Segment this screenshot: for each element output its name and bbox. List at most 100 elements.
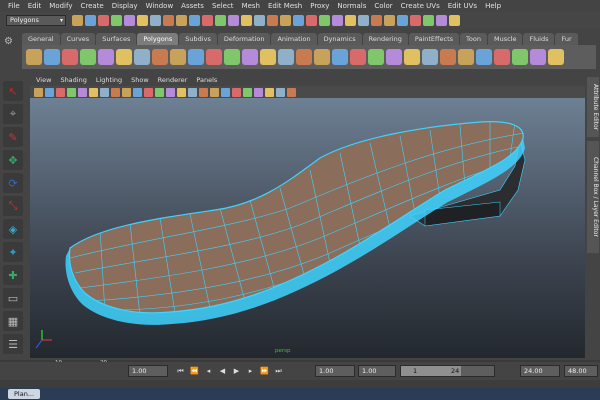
panel-tool-icon[interactable] <box>287 87 296 97</box>
shelf-tool-icon[interactable] <box>404 49 420 65</box>
layout-four-icon[interactable]: ▦ <box>3 311 23 331</box>
step-back-key-icon[interactable]: ⏪ <box>190 366 199 376</box>
shelf-tool-icon[interactable] <box>314 49 330 65</box>
status-line-tool-icon[interactable] <box>319 14 330 26</box>
menu-item[interactable]: Modify <box>49 0 72 12</box>
go-to-end-icon[interactable]: ⏭ <box>274 366 283 376</box>
soft-mod-icon[interactable]: ✦ <box>3 242 23 262</box>
play-backwards-icon[interactable]: ◀ <box>218 366 227 376</box>
panel-menu-item[interactable]: View <box>36 76 51 84</box>
shelf-tool-icon[interactable] <box>224 49 240 65</box>
panel-tool-icon[interactable] <box>155 87 164 97</box>
panel-tool-icon[interactable] <box>199 87 208 97</box>
status-line-tool-icon[interactable] <box>189 14 200 26</box>
status-line-tool-icon[interactable] <box>293 14 304 26</box>
tab-fur[interactable]: Fur <box>555 33 578 45</box>
panel-tool-icon[interactable] <box>67 87 76 97</box>
status-line-tool-icon[interactable] <box>410 14 421 26</box>
paint-select-icon[interactable]: ✎ <box>3 127 23 147</box>
panel-tool-icon[interactable] <box>78 87 87 97</box>
shelf-tool-icon[interactable] <box>188 49 204 65</box>
panel-menu-item[interactable]: Renderer <box>158 76 188 84</box>
panel-tool-icon[interactable] <box>56 87 65 97</box>
status-line-tool-icon[interactable] <box>436 14 447 26</box>
shelf-tool-icon[interactable] <box>134 49 150 65</box>
shelf-tool-icon[interactable] <box>440 49 456 65</box>
status-line-tool-icon[interactable] <box>449 14 460 26</box>
panel-tool-icon[interactable] <box>89 87 98 97</box>
panel-tool-icon[interactable] <box>210 87 219 97</box>
panel-tool-icon[interactable] <box>144 87 153 97</box>
range-start-field[interactable]: 1.00 <box>315 365 355 377</box>
shelf-tool-icon[interactable] <box>350 49 366 65</box>
panel-tool-icon[interactable] <box>177 87 186 97</box>
shelf-tool-icon[interactable] <box>548 49 564 65</box>
scale-tool-icon[interactable]: ⤡ <box>3 196 23 216</box>
go-to-start-icon[interactable]: ⏮ <box>176 366 185 376</box>
status-line-tool-icon[interactable] <box>137 14 148 26</box>
shelf-tool-icon[interactable] <box>296 49 312 65</box>
tab-deformation[interactable]: Deformation <box>217 33 271 45</box>
outliner-icon[interactable]: ☰ <box>3 334 23 354</box>
menu-item[interactable]: File <box>8 0 20 12</box>
panel-tool-icon[interactable] <box>34 87 43 97</box>
shelf-tool-icon[interactable] <box>494 49 510 65</box>
panel-tool-icon[interactable] <box>188 87 197 97</box>
menu-item[interactable]: Edit UVs <box>448 0 477 12</box>
status-line-tool-icon[interactable] <box>371 14 382 26</box>
tab-subdivs[interactable]: Subdivs <box>179 33 217 45</box>
rotate-tool-icon[interactable]: ⟳ <box>3 173 23 193</box>
menu-item[interactable]: Proxy <box>310 0 329 12</box>
panel-tool-icon[interactable] <box>166 87 175 97</box>
panel-menu-item[interactable]: Shading <box>60 76 86 84</box>
tab-channel-box[interactable]: Channel Box / Layer Editor <box>587 141 599 253</box>
command-line[interactable] <box>0 380 600 388</box>
shelf-tool-icon[interactable] <box>260 49 276 65</box>
panel-tool-icon[interactable] <box>276 87 285 97</box>
status-line-tool-icon[interactable] <box>241 14 252 26</box>
shelf-tool-icon[interactable] <box>80 49 96 65</box>
panel-tool-icon[interactable] <box>254 87 263 97</box>
status-line-tool-icon[interactable] <box>124 14 135 26</box>
tab-painteffects[interactable]: PaintEffects <box>408 33 460 45</box>
status-line-tool-icon[interactable] <box>280 14 291 26</box>
shelf-tool-icon[interactable] <box>44 49 60 65</box>
tab-muscle[interactable]: Muscle <box>487 33 523 45</box>
panel-tool-icon[interactable] <box>133 87 142 97</box>
anim-start-field[interactable]: 1.00 <box>358 365 396 377</box>
status-line-tool-icon[interactable] <box>85 14 96 26</box>
menu-item[interactable]: Display <box>112 0 138 12</box>
status-line-tool-icon[interactable] <box>358 14 369 26</box>
panel-tool-icon[interactable] <box>221 87 230 97</box>
status-line-tool-icon[interactable] <box>306 14 317 26</box>
shelf-tool-icon[interactable] <box>278 49 294 65</box>
tab-surfaces[interactable]: Surfaces <box>96 33 137 45</box>
layout-single-icon[interactable]: ▭ <box>3 288 23 308</box>
status-line-tool-icon[interactable] <box>215 14 226 26</box>
tab-toon[interactable]: Toon <box>460 33 487 45</box>
step-forward-frame-icon[interactable]: ▸ <box>246 366 255 376</box>
step-back-frame-icon[interactable]: ◂ <box>204 366 213 376</box>
panel-tool-icon[interactable] <box>122 87 131 97</box>
status-line-tool-icon[interactable] <box>254 14 265 26</box>
taskbar-item[interactable]: Plan... <box>8 389 41 399</box>
menu-item[interactable]: Color <box>374 0 392 12</box>
shelf-tool-icon[interactable] <box>152 49 168 65</box>
tab-general[interactable]: General <box>22 33 60 45</box>
panel-tool-icon[interactable] <box>243 87 252 97</box>
menu-item[interactable]: Assets <box>181 0 204 12</box>
status-line-tool-icon[interactable] <box>202 14 213 26</box>
panel-tool-icon[interactable] <box>232 87 241 97</box>
panel-tool-icon[interactable] <box>111 87 120 97</box>
panel-tool-icon[interactable] <box>265 87 274 97</box>
status-line-tool-icon[interactable] <box>397 14 408 26</box>
status-line-tool-icon[interactable] <box>72 14 83 26</box>
play-forwards-icon[interactable]: ▶ <box>232 366 241 376</box>
status-line-tool-icon[interactable] <box>332 14 343 26</box>
tab-attribute-editor[interactable]: Attribute Editor <box>587 77 599 137</box>
range-slider[interactable]: 1 24 <box>400 365 495 377</box>
menu-item[interactable]: Edit <box>28 0 42 12</box>
shelf-tool-icon[interactable] <box>422 49 438 65</box>
shelf-tool-icon[interactable] <box>386 49 402 65</box>
shelf-tool-icon[interactable] <box>98 49 114 65</box>
